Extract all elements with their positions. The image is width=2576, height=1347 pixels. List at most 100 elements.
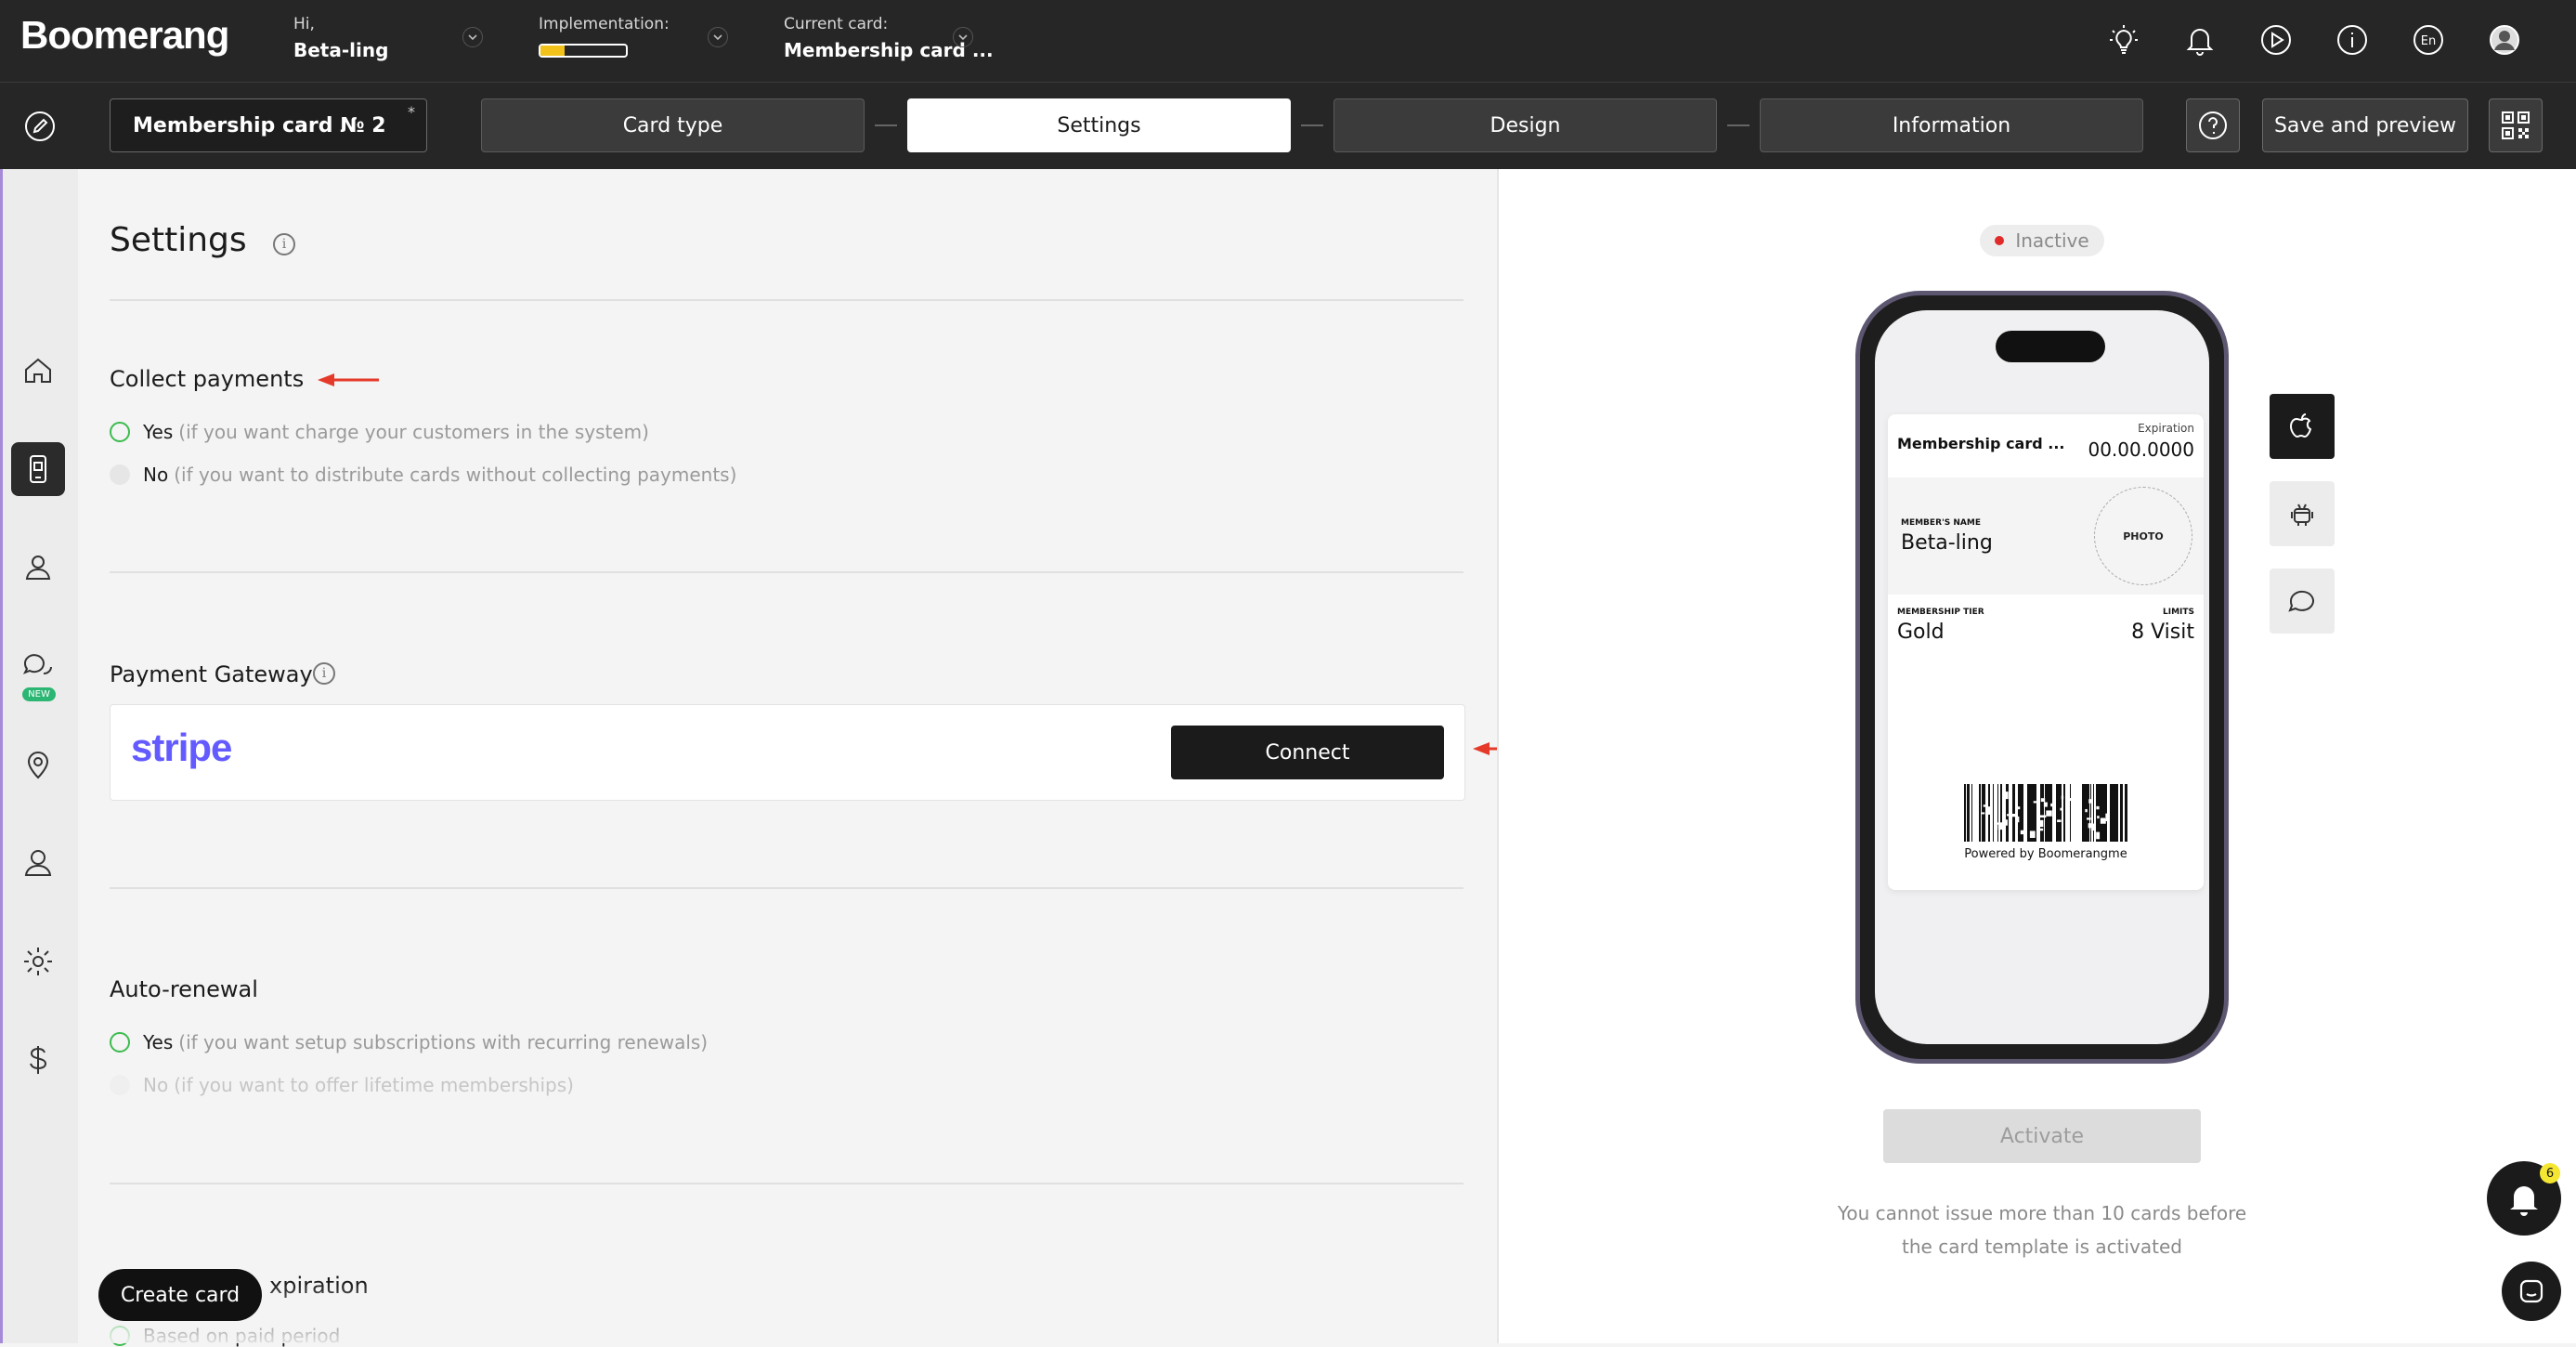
connect-stripe-button[interactable]: Connect (1171, 726, 1444, 779)
edit-pencil-icon[interactable] (20, 107, 59, 146)
barcode-bar (2082, 784, 2083, 842)
barcode-gap (2096, 831, 2101, 840)
sidebar-item-cards[interactable] (11, 442, 65, 496)
barcode-gap (2038, 828, 2044, 831)
pass-powered-by: Powered by Boomerangme (1964, 847, 2127, 861)
info-icon[interactable] (2333, 20, 2372, 59)
android-preview-button[interactable] (2270, 481, 2335, 546)
barcode-bar (2061, 784, 2062, 842)
implementation-chevron-icon[interactable] (708, 27, 728, 47)
barcode-gap (2088, 799, 2092, 804)
card-name-field[interactable]: Membership card № 2 * (110, 98, 427, 152)
barcode-bar (2100, 784, 2101, 842)
radio-button[interactable] (110, 1075, 130, 1095)
editor-toolbar: Membership card № 2 * Card type Settings… (0, 82, 2576, 169)
wallet-pass: Membership card ... Expiration 00.00.000… (1888, 414, 2204, 890)
current-card-label: Current card: (784, 15, 889, 33)
dynamic-island (1996, 331, 2105, 362)
barcode-bar (2027, 784, 2028, 842)
settings-info-icon[interactable]: i (273, 233, 295, 255)
barcode-gap (2039, 815, 2047, 818)
step-card-type[interactable]: Card type (481, 98, 865, 152)
barcode-bar (2040, 784, 2043, 842)
question-icon (2199, 111, 2227, 139)
step-design[interactable]: Design (1334, 98, 1717, 152)
auto-renewal-no[interactable]: No (if you want to offer lifetime member… (110, 1074, 574, 1096)
sidebar-item-managers[interactable] (11, 836, 65, 890)
barcode-gap (2061, 795, 2064, 800)
user-name[interactable]: Beta-ling (293, 39, 388, 61)
barcode-bar (2116, 784, 2118, 842)
option-label: Yes (143, 1031, 174, 1053)
divider (110, 299, 1464, 301)
barcode-gap (2100, 817, 2106, 824)
payment-gateway-info-icon[interactable]: i (313, 662, 335, 685)
lightbulb-icon[interactable] (2104, 20, 2143, 59)
auto-renewal-yes[interactable]: Yes (if you want setup subscriptions wit… (110, 1031, 708, 1053)
radio-button[interactable] (110, 464, 130, 485)
sidebar-item-home[interactable] (11, 344, 65, 398)
barcode-gap (1997, 822, 2003, 830)
language-code: En (2421, 34, 2436, 48)
sidebar-item-locations[interactable] (11, 738, 65, 791)
current-card-chevron-icon[interactable] (953, 27, 973, 47)
step-divider (1727, 124, 1750, 126)
save-and-preview-button[interactable]: Save and preview (2262, 98, 2468, 152)
phone-card-icon (30, 455, 46, 483)
step-information[interactable]: Information (1760, 98, 2143, 152)
collect-payments-yes[interactable]: Yes (if you want charge your customers i… (110, 421, 649, 443)
collect-payments-title: Collect payments (110, 366, 305, 392)
option-label: Yes (143, 421, 174, 443)
language-icon[interactable]: En (2409, 20, 2448, 59)
chat-preview-button[interactable] (2270, 569, 2335, 634)
apple-preview-button[interactable] (2270, 394, 2335, 459)
barcode-bar (2087, 784, 2089, 842)
barcode-gap (2090, 823, 2096, 831)
barcode-bar (2043, 784, 2044, 842)
radio-button[interactable] (110, 1032, 130, 1053)
qr-code-icon (2502, 111, 2530, 139)
step-settings[interactable]: Settings (907, 98, 1291, 152)
help-button[interactable] (2186, 98, 2240, 152)
barcode-bar (2120, 784, 2123, 842)
barcode-bar (2090, 784, 2091, 842)
barcode-bar (2083, 784, 2085, 842)
option-hint: (if you want to offer lifetime membershi… (174, 1074, 574, 1096)
android-icon (2291, 503, 2313, 526)
sidebar-item-settings[interactable] (11, 935, 65, 988)
user-menu-chevron-icon[interactable] (462, 27, 483, 47)
speech-bubble-icon (2288, 590, 2314, 612)
page-title: Settings (110, 221, 247, 259)
collect-payments-no[interactable]: No (if you want to distribute cards with… (110, 464, 736, 486)
play-icon[interactable] (2257, 20, 2296, 59)
pass-limits-label: LIMITS (2162, 608, 2194, 617)
sidebar-item-messages[interactable] (11, 639, 65, 693)
notification-count-badge: 6 (2540, 1163, 2560, 1184)
create-card-button[interactable]: Create card (98, 1269, 262, 1321)
barcode-gap (2033, 801, 2037, 804)
barcode-gap (2040, 798, 2046, 803)
activate-button[interactable]: Activate (1883, 1109, 2201, 1163)
option-label: No (143, 464, 169, 486)
option-label: No (143, 1074, 169, 1096)
pass-expiration-label: Expiration (2138, 422, 2194, 435)
support-chat-button[interactable] (2502, 1262, 2561, 1321)
qr-code-button[interactable] (2489, 98, 2543, 152)
status-badge: Inactive (1980, 225, 2104, 256)
sidebar-item-billing[interactable] (11, 1033, 65, 1087)
barcode-bar (1967, 784, 1969, 842)
barcode-bar (2125, 784, 2127, 842)
sidebar-item-customers[interactable] (11, 541, 65, 595)
bell-icon[interactable] (2180, 20, 2219, 59)
barcode-gap (2085, 808, 2088, 813)
stripe-gateway-card: stripe Connect (110, 704, 1465, 801)
pass-tier-value: Gold (1897, 621, 1945, 644)
radio-button[interactable] (110, 422, 130, 442)
card-name-text: Membership card № 2 (133, 113, 386, 137)
user-avatar[interactable] (2485, 20, 2524, 59)
barcode-bar (1969, 784, 1970, 842)
barcode-gap (2105, 817, 2110, 822)
top-bar: Boomerang Hi, Beta-ling Implementation: … (0, 0, 2576, 82)
barcode-gap (2075, 812, 2079, 818)
app-logo[interactable]: Boomerang (20, 13, 229, 58)
